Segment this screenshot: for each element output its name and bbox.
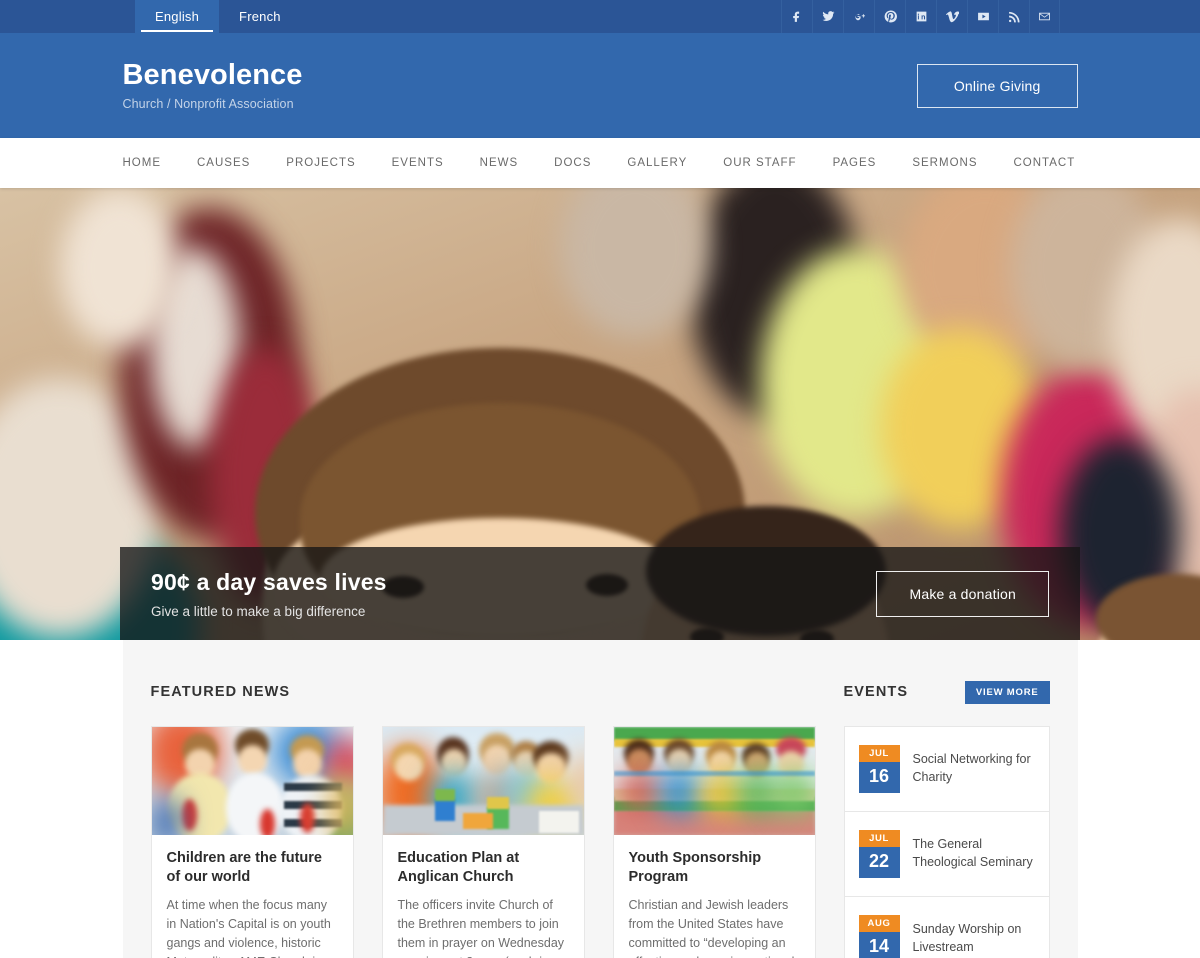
social-links	[781, 0, 1060, 33]
event-title: Social Networking for Charity	[912, 752, 1031, 784]
event-day: 16	[858, 762, 900, 793]
news-card-body: Children are the future of our world At …	[152, 835, 353, 958]
news-card-title: Youth Sponsorship Program	[628, 850, 762, 885]
hero-subheading: Give a little to make a big difference	[151, 603, 366, 619]
news-card-text: At time when the focus many in Nation's …	[166, 898, 331, 958]
news-grid: Children are the future of our world At …	[150, 726, 816, 958]
top-bar: English French	[0, 0, 1200, 33]
event-day: 14	[858, 932, 900, 958]
email-icon[interactable]	[1029, 0, 1060, 33]
pinterest-icon[interactable]	[874, 0, 905, 33]
event-month: JUL	[858, 745, 900, 762]
make-a-donation-button[interactable]: Make a donation	[876, 570, 1049, 617]
brand-title: Benevolence	[122, 59, 303, 92]
brand-subtitle: Church / Nonprofit Association	[122, 96, 294, 111]
event-list-item[interactable]: JUL 16 Social Networking for Charity	[843, 726, 1050, 811]
featured-news-section: FEATURED NEWS Children are the future of…	[150, 680, 816, 958]
nav-item-sermons[interactable]: SERMONS	[894, 157, 995, 169]
featured-news-header: FEATURED NEWS	[151, 680, 816, 704]
featured-news-title: FEATURED NEWS	[150, 684, 291, 700]
nav-item-pages[interactable]: PAGES	[815, 157, 895, 169]
language-tab-french[interactable]: French	[219, 0, 301, 33]
language-switcher: English French	[135, 0, 301, 33]
events-section: EVENTS VIEW MORE JUL 16 Social Networkin…	[843, 680, 1050, 958]
nav-item-projects[interactable]: PROJECTS	[268, 157, 373, 169]
event-day: 22	[858, 847, 900, 878]
nav-item-events[interactable]: EVENTS	[374, 157, 462, 169]
events-header: EVENTS VIEW MORE	[844, 680, 1050, 704]
event-month: JUL	[858, 830, 900, 847]
main-navigation: HOME CAUSES PROJECTS EVENTS NEWS DOCS GA…	[0, 138, 1200, 188]
nav-item-docs[interactable]: DOCS	[536, 157, 609, 169]
page-root: English French Benevolence Church / Nonp…	[0, 0, 1200, 958]
youtube-icon[interactable]	[967, 0, 998, 33]
news-card[interactable]: Education Plan at Anglican Church The of…	[381, 726, 585, 958]
content-wrapper: FEATURED NEWS Children are the future of…	[0, 640, 1200, 958]
events-title: EVENTS	[843, 684, 909, 700]
news-card-title: Education Plan at Anglican Church	[397, 850, 520, 885]
online-giving-button[interactable]: Online Giving	[916, 63, 1078, 108]
event-list-item[interactable]: JUL 22 The General Theological Seminary	[843, 811, 1050, 896]
rss-icon[interactable]	[998, 0, 1029, 33]
language-tab-english[interactable]: English	[135, 0, 220, 33]
hero-caption: 90¢ a day saves lives Give a little to m…	[120, 547, 1080, 640]
hero-heading: 90¢ a day saves lives	[151, 568, 387, 595]
event-date-badge: AUG 14	[858, 915, 900, 958]
news-card-image-education-plan	[382, 727, 584, 835]
news-card-image-youth-sponsorship	[613, 727, 815, 835]
nav-item-news[interactable]: NEWS	[462, 157, 537, 169]
google-plus-icon[interactable]	[843, 0, 874, 33]
news-card-body: Youth Sponsorship Program Christian and …	[614, 835, 815, 958]
hero-text-block: 90¢ a day saves lives Give a little to m…	[151, 569, 387, 619]
nav-item-contact[interactable]: CONTACT	[996, 157, 1094, 169]
twitter-icon[interactable]	[812, 0, 843, 33]
vimeo-icon[interactable]	[936, 0, 967, 33]
event-date-badge: JUL 22	[858, 830, 900, 878]
event-month: AUG	[858, 915, 900, 932]
nav-item-gallery[interactable]: GALLERY	[609, 157, 705, 169]
hero-banner: 90¢ a day saves lives Give a little to m…	[0, 188, 1200, 640]
nav-item-our-staff[interactable]: OUR STAFF	[705, 157, 814, 169]
news-card-title: Children are the future of our world	[166, 850, 323, 885]
nav-item-causes[interactable]: CAUSES	[179, 157, 268, 169]
news-card[interactable]: Children are the future of our world At …	[150, 726, 354, 958]
news-card[interactable]: Youth Sponsorship Program Christian and …	[612, 726, 816, 958]
brand[interactable]: Benevolence Church / Nonprofit Associati…	[122, 59, 303, 111]
linkedin-icon[interactable]	[905, 0, 936, 33]
events-view-more-button[interactable]: VIEW MORE	[964, 680, 1050, 704]
site-header: Benevolence Church / Nonprofit Associati…	[0, 33, 1200, 138]
facebook-icon[interactable]	[781, 0, 812, 33]
event-date-badge: JUL 16	[858, 745, 900, 793]
event-title: The General Theological Seminary	[912, 837, 1033, 869]
event-title: Sunday Worship on Livestream	[912, 922, 1022, 954]
content-container: FEATURED NEWS Children are the future of…	[122, 640, 1078, 958]
nav-item-home[interactable]: HOME	[123, 157, 180, 169]
news-card-body: Education Plan at Anglican Church The of…	[383, 835, 584, 958]
news-card-text: The officers invite Church of the Brethr…	[397, 898, 565, 958]
language-tab-french-label: French	[239, 9, 281, 24]
news-card-text: Christian and Jewish leaders from the Un…	[628, 898, 795, 958]
language-tab-english-label: English	[155, 9, 200, 24]
news-card-image-children-future	[151, 727, 353, 835]
event-list-item[interactable]: AUG 14 Sunday Worship on Livestream	[843, 896, 1050, 958]
